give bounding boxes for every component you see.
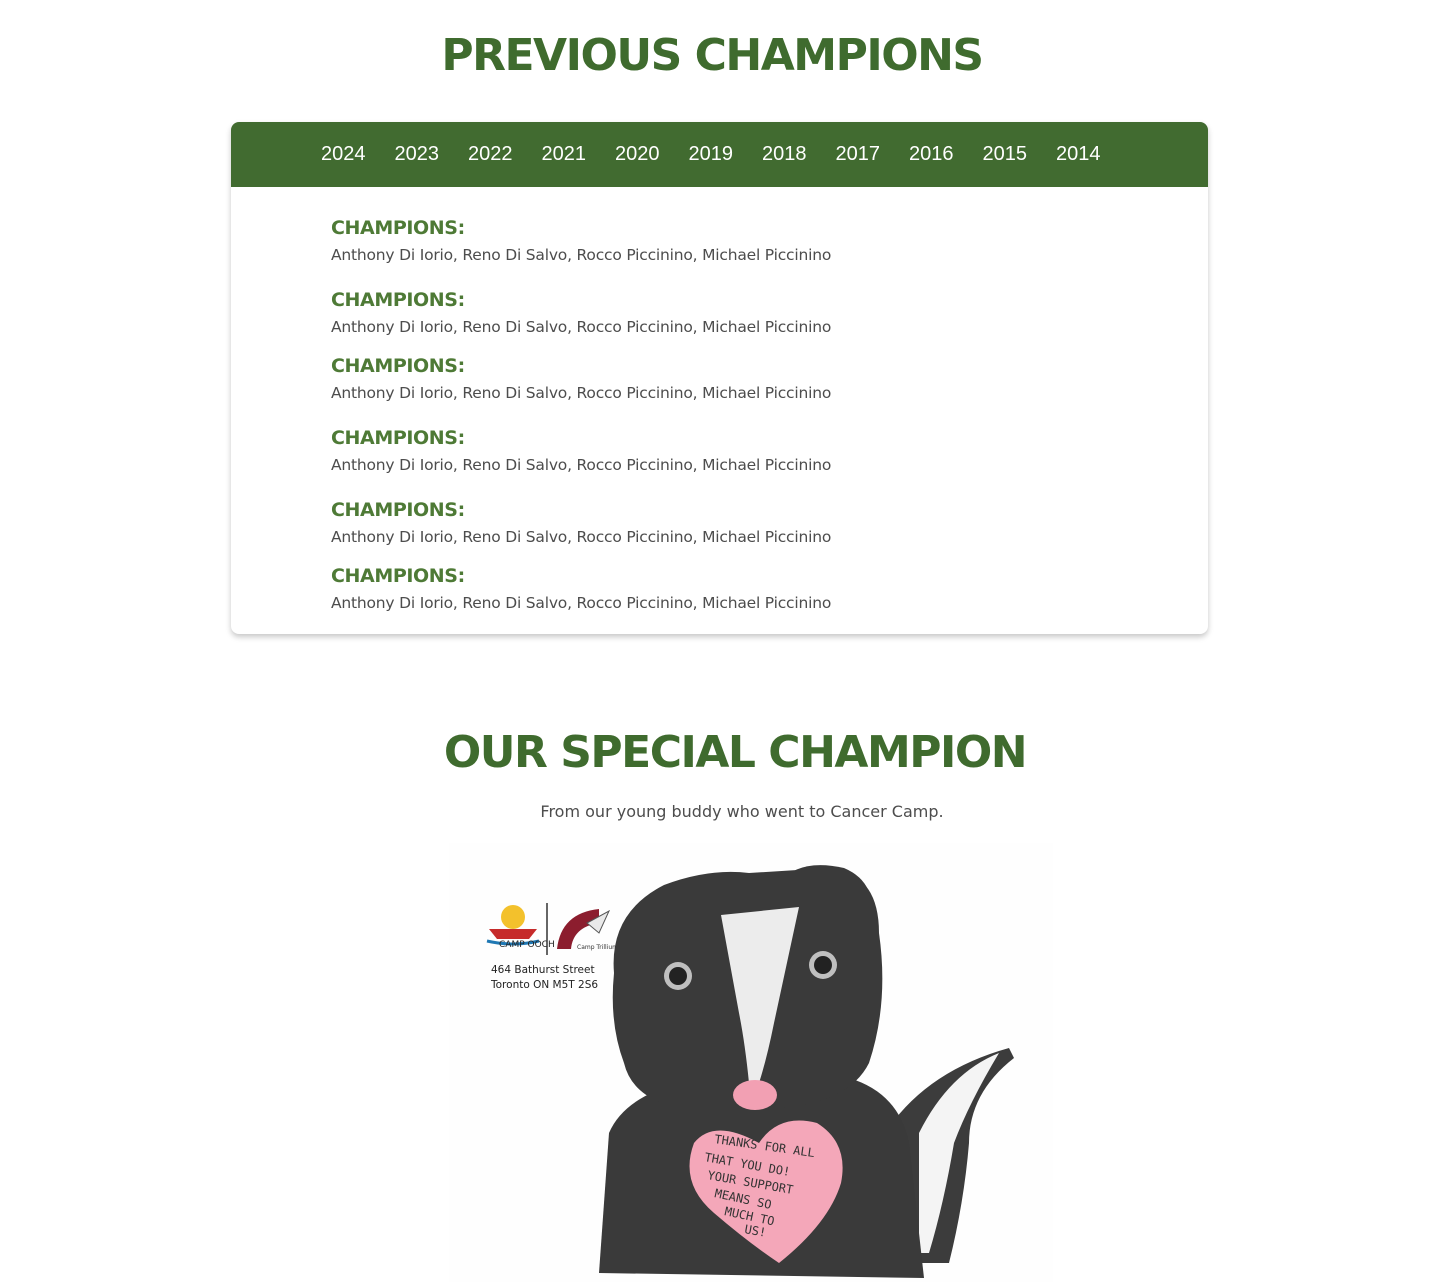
tab-2017[interactable]: 2017 <box>836 143 881 166</box>
champions-card: 2024 2023 2022 2021 2020 2019 2018 2017 … <box>231 122 1208 634</box>
champion-entry: CHAMPIONS: Anthony Di Iorio, Reno Di Sal… <box>331 355 831 402</box>
tab-2018[interactable]: 2018 <box>762 143 807 166</box>
tab-2024[interactable]: 2024 <box>321 143 366 166</box>
champion-entry: CHAMPIONS: Anthony Di Iorio, Reno Di Sal… <box>331 427 831 474</box>
champion-entry-names: Anthony Di Iorio, Reno Di Salvo, Rocco P… <box>331 528 832 546</box>
logo-right-text: Camp Trillium <box>577 944 618 951</box>
thank-you-card-image: CAMP OOCH Camp Trillium 464 Bathurst Str… <box>449 843 1053 1282</box>
tab-2022[interactable]: 2022 <box>468 143 513 166</box>
special-champion-subtitle: From our young buddy who went to Cancer … <box>540 802 944 821</box>
champion-entry: CHAMPIONS: Anthony Di Iorio, Reno Di Sal… <box>331 499 831 546</box>
champion-entry-title: CHAMPIONS: <box>331 565 465 587</box>
tab-2020[interactable]: 2020 <box>615 143 660 166</box>
champion-entry-names: Anthony Di Iorio, Reno Di Salvo, Rocco P… <box>331 318 832 336</box>
tab-2014[interactable]: 2014 <box>1056 143 1101 166</box>
champion-entry-names: Anthony Di Iorio, Reno Di Salvo, Rocco P… <box>331 594 832 612</box>
champion-entry-title: CHAMPIONS: <box>331 499 465 521</box>
tab-2023[interactable]: 2023 <box>395 143 440 166</box>
skunk-artwork: CAMP OOCH Camp Trillium 464 Bathurst Str… <box>486 865 1014 1278</box>
special-champion-title: OUR SPECIAL CHAMPION <box>443 727 1028 778</box>
champion-entry-names: Anthony Di Iorio, Reno Di Salvo, Rocco P… <box>331 456 832 474</box>
tab-2015[interactable]: 2015 <box>983 143 1028 166</box>
champion-entry: CHAMPIONS: Anthony Di Iorio, Reno Di Sal… <box>331 289 831 336</box>
camp-trillium-logo: Camp Trillium <box>557 909 618 951</box>
camp-ooch-logo: CAMP OOCH <box>486 905 555 950</box>
champion-entry-title: CHAMPIONS: <box>331 289 465 311</box>
address-line-1: 464 Bathurst Street <box>491 964 595 976</box>
champion-entry: CHAMPIONS: Anthony Di Iorio, Reno Di Sal… <box>331 217 831 264</box>
tab-2021[interactable]: 2021 <box>542 143 587 166</box>
champion-entry: CHAMPIONS: Anthony Di Iorio, Reno Di Sal… <box>331 565 831 612</box>
champion-entry-title: CHAMPIONS: <box>331 217 465 239</box>
champion-entry-names: Anthony Di Iorio, Reno Di Salvo, Rocco P… <box>331 384 832 402</box>
year-tab-bar: 2024 2023 2022 2021 2020 2019 2018 2017 … <box>231 122 1208 187</box>
previous-champions-title: PREVIOUS CHAMPIONS <box>441 30 984 81</box>
champion-entry-names: Anthony Di Iorio, Reno Di Salvo, Rocco P… <box>331 246 832 264</box>
address-line-2: Toronto ON M5T 2S6 <box>490 979 598 991</box>
champion-entry-title: CHAMPIONS: <box>331 355 465 377</box>
tab-2016[interactable]: 2016 <box>909 143 954 166</box>
champion-entry-title: CHAMPIONS: <box>331 427 465 449</box>
tab-2019[interactable]: 2019 <box>689 143 734 166</box>
